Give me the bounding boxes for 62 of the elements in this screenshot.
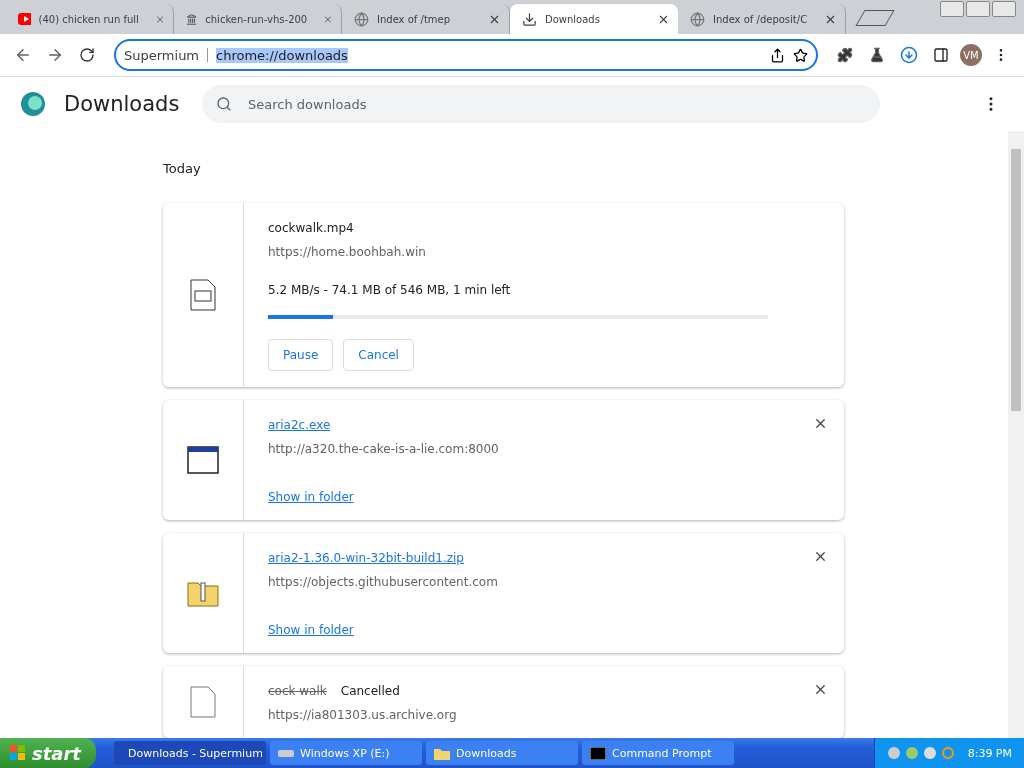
close-button[interactable] — [992, 1, 1016, 17]
taskbar-button[interactable]: Downloads - Supermium — [114, 741, 266, 765]
clock-text: 8:39 PM — [967, 746, 1012, 760]
tab-title: Index of /tmep — [377, 13, 451, 25]
drive-icon — [278, 748, 294, 758]
start-button[interactable]: start — [0, 738, 96, 768]
reload-icon[interactable] — [79, 47, 95, 63]
file-icon — [190, 279, 216, 311]
file-link[interactable]: aria2c.exe — [268, 418, 331, 432]
window-icon — [187, 446, 219, 474]
minimize-button[interactable] — [940, 1, 964, 17]
close-icon[interactable] — [813, 549, 828, 564]
address-bar[interactable]: Supermium chrome://downloads — [114, 39, 818, 71]
url-text: chrome://downloads — [216, 47, 348, 63]
building-icon — [186, 11, 198, 27]
search-bar[interactable]: Search downloads — [202, 85, 880, 123]
zip-folder-icon — [187, 579, 219, 607]
tab-title: Downloads — [545, 13, 600, 25]
search-field[interactable]: Search downloads — [246, 95, 866, 113]
show-in-folder-link[interactable]: Show in folder — [268, 623, 820, 637]
bookmark-star-icon[interactable] — [793, 47, 808, 63]
back-icon[interactable] — [14, 46, 32, 64]
video-icon — [18, 13, 31, 25]
new-tab-button[interactable] — [855, 10, 895, 26]
folder-icon — [434, 746, 450, 760]
file-name: cock walk — [268, 684, 327, 698]
search-icon — [216, 96, 232, 112]
file-link[interactable]: aria2-1.36.0-win-32bit-build1.zip — [268, 551, 464, 565]
close-icon[interactable] — [813, 416, 828, 431]
taskbar-button[interactable]: Command Prompt — [582, 741, 734, 765]
scrollbar[interactable] — [1008, 131, 1024, 738]
tab-title: (40) chicken run full — [38, 13, 139, 25]
section-heading: Today — [163, 161, 202, 176]
show-in-folder-link[interactable]: Show in folder — [268, 490, 820, 504]
share-icon[interactable] — [770, 47, 785, 63]
console-icon — [590, 746, 606, 760]
download-icon — [522, 11, 537, 27]
action-button[interactable]: Cancel — [343, 339, 414, 371]
source-url: https://objects.githubusercontent.com — [268, 575, 499, 589]
source-url: http://a320.the-cake-is-a-lie.com:8000 — [268, 442, 500, 456]
globe-icon — [354, 11, 369, 27]
taskbar-button[interactable]: Downloads — [426, 741, 578, 765]
status-text: Cancelled — [340, 684, 400, 698]
maximize-button[interactable] — [966, 1, 990, 17]
browser-tab[interactable]: Downloads — [510, 4, 678, 34]
source-url: https://home.boohbah.win — [268, 245, 427, 259]
site-label: Supermium — [124, 47, 200, 63]
source-url: https://ia801303.us.archive.org — [268, 708, 458, 722]
windows-logo-icon — [10, 745, 26, 761]
progress-text: 5.2 MB/s - 74.1 MB of 546 MB, 1 min left — [268, 283, 512, 297]
tab-title: chicken-run-vhs-200 — [205, 13, 308, 25]
action-button[interactable]: Pause — [268, 339, 334, 371]
close-icon[interactable] — [813, 682, 828, 697]
tab-title: Index of /deposit/C — [713, 13, 808, 25]
page-title: Downloads — [64, 92, 181, 116]
file-name: cockwalk.mp4 — [268, 221, 354, 235]
logo-icon — [20, 91, 46, 117]
taskbar-button[interactable]: Windows XP (E:) — [270, 741, 422, 765]
file-icon — [190, 686, 216, 718]
globe-icon — [690, 11, 705, 27]
forward-icon[interactable] — [46, 46, 64, 64]
profile-avatar[interactable]: VM — [960, 44, 982, 66]
